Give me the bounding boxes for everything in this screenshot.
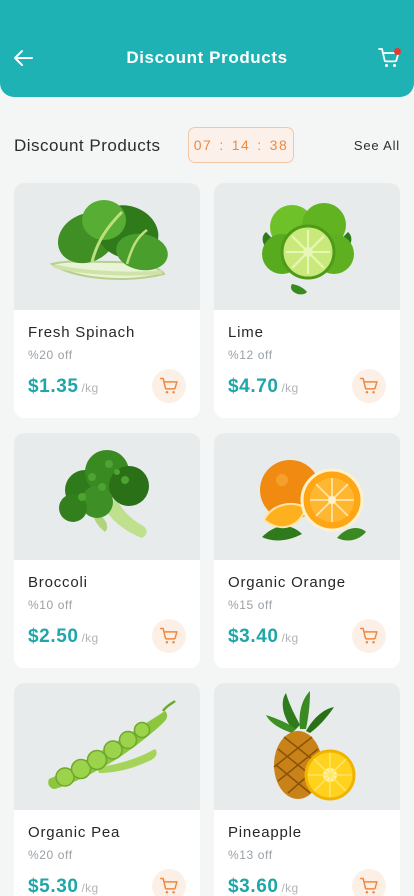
pea-icon bbox=[48, 699, 176, 789]
timer-seconds: 38 bbox=[269, 137, 289, 153]
cart-icon bbox=[159, 876, 179, 896]
orange-icon bbox=[260, 459, 366, 540]
product-image bbox=[214, 683, 400, 810]
price-value: $4.70 bbox=[228, 376, 279, 397]
product-card[interactable]: Organic Pea %20 off $5.30/kg bbox=[14, 683, 200, 896]
cart-icon bbox=[359, 876, 379, 896]
add-to-cart-button[interactable] bbox=[152, 869, 186, 896]
countdown-timer: 07 : 14 : 38 bbox=[188, 127, 294, 163]
price-unit: /kg bbox=[81, 381, 99, 395]
page-title: Discount Products bbox=[126, 48, 288, 67]
timer-separator: : bbox=[257, 137, 263, 153]
product-card[interactable]: Lime %12 off $4.70/kg bbox=[214, 183, 400, 418]
app-header: Discount Products bbox=[0, 0, 414, 97]
product-card[interactable]: Fresh Spinach %20 off $1.35/kg bbox=[14, 183, 200, 418]
price-value: $3.60 bbox=[228, 876, 279, 896]
product-price: $1.35/kg bbox=[28, 376, 98, 398]
product-discount: %13 off bbox=[228, 848, 273, 862]
price-unit: /kg bbox=[281, 381, 299, 395]
section-header: Discount Products 07 : 14 : 38 See All bbox=[14, 127, 400, 163]
product-image bbox=[14, 683, 200, 810]
product-grid: Fresh Spinach %20 off $1.35/kg Lime %12 … bbox=[14, 183, 400, 896]
product-card[interactable]: Organic Orange %15 off $3.40/kg bbox=[214, 433, 400, 668]
lime-icon bbox=[262, 202, 354, 294]
product-price: $3.40/kg bbox=[228, 626, 298, 648]
cart-icon bbox=[159, 376, 179, 396]
product-image bbox=[14, 433, 200, 560]
product-discount: %20 off bbox=[28, 348, 73, 362]
cart-button[interactable] bbox=[376, 45, 402, 71]
timer-separator: : bbox=[219, 137, 225, 153]
price-unit: /kg bbox=[81, 631, 99, 645]
timer-minutes: 14 bbox=[231, 137, 251, 153]
product-name: Fresh Spinach bbox=[28, 324, 136, 341]
section-title: Discount Products bbox=[14, 136, 161, 155]
product-price: $3.60/kg bbox=[228, 876, 298, 896]
product-discount: %15 off bbox=[228, 598, 273, 612]
timer-hours: 07 bbox=[193, 137, 213, 153]
product-price: $4.70/kg bbox=[228, 376, 298, 398]
price-unit: /kg bbox=[281, 631, 299, 645]
product-name: Pineapple bbox=[228, 824, 302, 841]
product-discount: %12 off bbox=[228, 348, 273, 362]
product-price: $2.50/kg bbox=[28, 626, 98, 648]
product-image bbox=[214, 183, 400, 310]
price-unit: /kg bbox=[281, 881, 299, 895]
price-value: $1.35 bbox=[28, 376, 79, 397]
product-card[interactable]: Broccoli %10 off $2.50/kg bbox=[14, 433, 200, 668]
price-value: $2.50 bbox=[28, 626, 79, 647]
product-price: $5.30/kg bbox=[28, 876, 98, 896]
broccoli-icon bbox=[59, 449, 149, 538]
cart-icon bbox=[159, 626, 179, 646]
cart-icon bbox=[359, 376, 379, 396]
product-image bbox=[214, 433, 400, 560]
product-discount: %20 off bbox=[28, 848, 73, 862]
product-discount: %10 off bbox=[28, 598, 73, 612]
price-value: $3.40 bbox=[228, 626, 279, 647]
add-to-cart-button[interactable] bbox=[352, 869, 386, 896]
product-name: Lime bbox=[228, 324, 264, 341]
product-name: Broccoli bbox=[28, 574, 88, 591]
add-to-cart-button[interactable] bbox=[152, 369, 186, 403]
cart-icon bbox=[359, 626, 379, 646]
product-name: Organic Orange bbox=[228, 574, 346, 591]
add-to-cart-button[interactable] bbox=[352, 619, 386, 653]
product-image bbox=[14, 183, 200, 310]
product-card[interactable]: Pineapple %13 off $3.60/kg bbox=[214, 683, 400, 896]
product-name: Organic Pea bbox=[28, 824, 121, 841]
price-unit: /kg bbox=[81, 881, 99, 895]
see-all-link[interactable]: See All bbox=[354, 138, 400, 153]
cart-badge bbox=[394, 48, 401, 55]
pineapple-icon bbox=[266, 691, 356, 801]
add-to-cart-button[interactable] bbox=[352, 369, 386, 403]
price-value: $5.30 bbox=[28, 876, 79, 896]
add-to-cart-button[interactable] bbox=[152, 619, 186, 653]
spinach-icon bbox=[49, 199, 168, 280]
